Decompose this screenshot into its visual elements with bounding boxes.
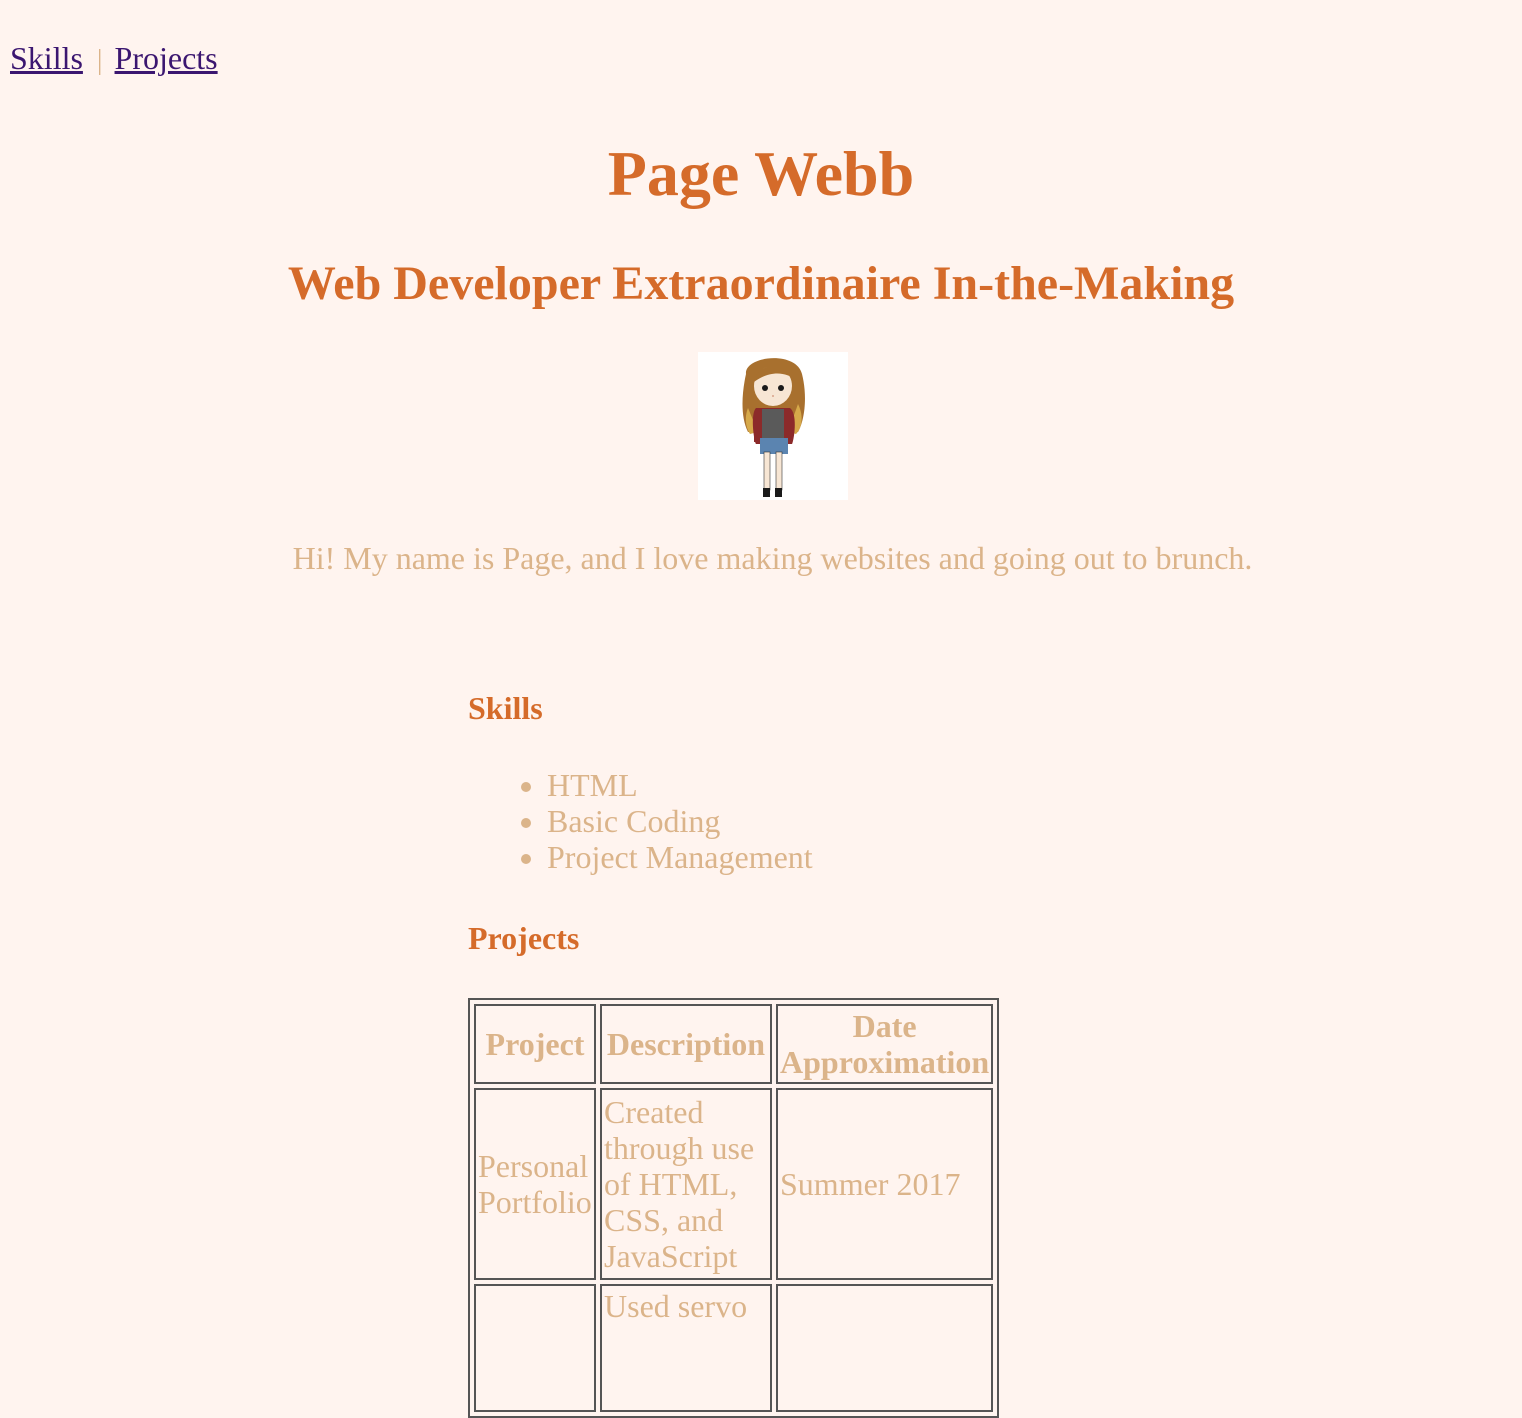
skill-item: HTML bbox=[547, 767, 813, 803]
cell-project: Personal Portfolio bbox=[474, 1088, 596, 1280]
intro-text: Hi! My name is Page, and I love making w… bbox=[292, 540, 1253, 576]
nav-link-projects[interactable]: Projects bbox=[115, 40, 218, 76]
cell-project bbox=[474, 1284, 596, 1412]
projects-heading: Projects bbox=[468, 920, 580, 956]
cell-description: Used servo bbox=[600, 1284, 772, 1412]
nav-link-skills[interactable]: Skills bbox=[10, 40, 83, 76]
page-subtitle: Web Developer Extraordinaire In-the-Maki… bbox=[287, 257, 1235, 310]
projects-table: Project Description Date Approximation P… bbox=[468, 998, 1000, 1418]
skills-heading: Skills bbox=[468, 690, 543, 726]
table-row: Personal Portfolio Created through use o… bbox=[474, 1088, 994, 1280]
page-title: Page Webb bbox=[607, 138, 915, 209]
table-row: Used servo bbox=[474, 1284, 994, 1412]
avatar-illustration bbox=[698, 352, 848, 500]
cell-description: Created through use of HTML, CSS, and Ja… bbox=[600, 1088, 772, 1280]
table-header-row: Project Description Date Approximation bbox=[474, 1004, 994, 1084]
skill-item: Basic Coding bbox=[547, 803, 813, 839]
girl-avatar-icon bbox=[742, 358, 805, 497]
column-header-description: Description bbox=[600, 1004, 772, 1084]
skills-list: HTML Basic Coding Project Management bbox=[468, 767, 813, 875]
top-nav: Skills | Projects bbox=[10, 38, 218, 81]
cell-date: Summer 2017 bbox=[776, 1088, 994, 1280]
column-header-date: Date Approximation bbox=[776, 1004, 994, 1084]
skill-item: Project Management bbox=[547, 839, 813, 875]
column-header-project: Project bbox=[474, 1004, 596, 1084]
cell-date bbox=[776, 1284, 994, 1412]
nav-separator: | bbox=[96, 45, 103, 76]
